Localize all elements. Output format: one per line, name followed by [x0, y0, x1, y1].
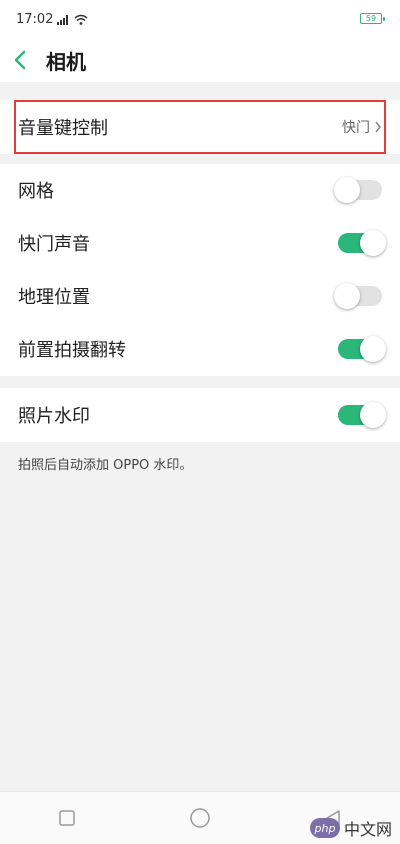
toggle-knob	[360, 402, 386, 428]
setting-row-location[interactable]: 地理位置	[0, 270, 400, 322]
toggle-knob	[334, 177, 360, 203]
status-icons	[57, 14, 88, 25]
setting-label-photo-watermark: 照片水印	[18, 406, 90, 427]
setting-row-front-mirror[interactable]: 前置拍摄翻转	[0, 323, 400, 375]
setting-label-grid: 网格	[18, 181, 54, 202]
location-toggle[interactable]	[334, 283, 382, 309]
shutter-sound-toggle[interactable]	[338, 230, 386, 256]
php-logo: php	[309, 818, 340, 838]
header: 相机	[0, 38, 400, 82]
toggle-knob	[360, 336, 386, 362]
home-button[interactable]	[180, 798, 220, 838]
setting-row-grid[interactable]: 网格	[0, 164, 400, 216]
site-watermark-text: 中文网	[343, 820, 392, 839]
grid-toggle[interactable]	[334, 177, 382, 203]
photo-watermark-toggle[interactable]	[338, 402, 386, 428]
setting-label-shutter-sound: 快门声音	[18, 234, 90, 255]
battery-icon: 59	[360, 13, 385, 24]
setting-label-location: 地理位置	[18, 287, 90, 308]
wifi-icon	[74, 14, 88, 25]
signal-icon	[57, 14, 69, 25]
highlight-box	[14, 100, 386, 154]
setting-row-shutter-sound[interactable]: 快门声音	[0, 217, 400, 269]
circle-icon	[190, 808, 210, 828]
toggle-knob	[334, 283, 360, 309]
watermark-note: 拍照后自动添加 OPPO 水印。	[18, 458, 193, 473]
toggle-knob	[360, 230, 386, 256]
setting-row-photo-watermark[interactable]: 照片水印	[0, 389, 400, 441]
square-icon	[58, 810, 75, 826]
setting-label-front-mirror: 前置拍摄翻转	[18, 340, 126, 361]
watermark-section: 照片水印	[0, 388, 400, 442]
status-bar: 17:02 59	[0, 0, 400, 38]
back-icon[interactable]	[14, 48, 34, 72]
site-watermark: php 中文网	[309, 816, 392, 840]
front-mirror-toggle[interactable]	[338, 336, 386, 362]
page-title: 相机	[46, 49, 86, 74]
recents-button[interactable]	[47, 798, 87, 838]
battery-level: 59	[365, 13, 377, 23]
toggles-section: 网格 快门声音 地理位置 前置拍摄翻转	[0, 164, 400, 376]
status-time: 17:02	[16, 11, 54, 27]
